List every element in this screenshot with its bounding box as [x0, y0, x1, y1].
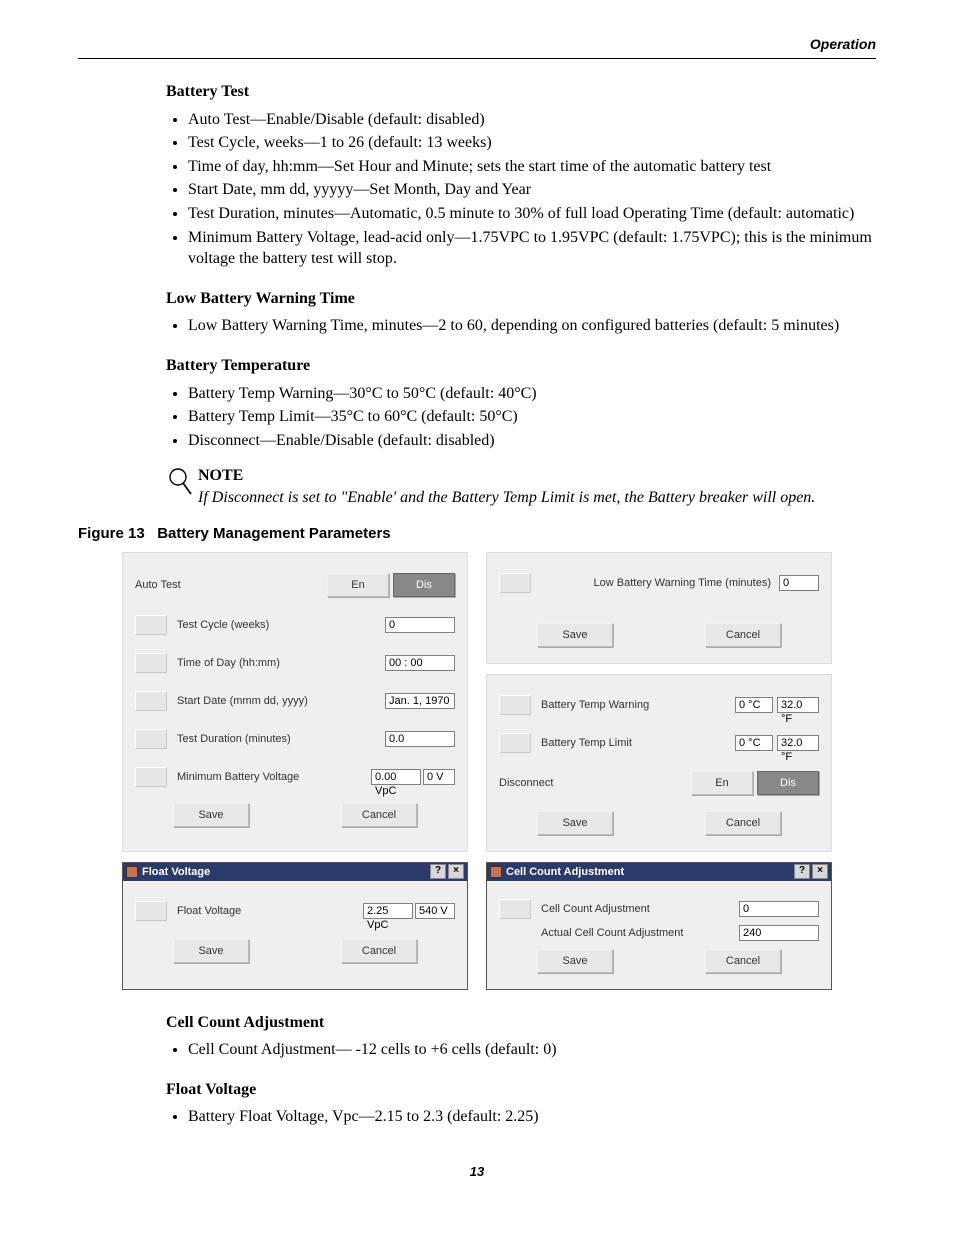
heading-battery-temperature: Battery Temperature	[166, 355, 876, 377]
list-item: Cell Count Adjustment— -12 cells to +6 c…	[188, 1039, 876, 1061]
panel-battery-temp: Battery Temp Warning 0 °C 32.0 °F Batter…	[486, 674, 832, 852]
input-temp-limit-f[interactable]: 32.0 °F	[777, 735, 819, 751]
input-start-date[interactable]: Jan. 1, 1970	[385, 693, 455, 709]
stepper-stub[interactable]	[499, 733, 531, 753]
figure-screenshots: Auto Test En Dis Test Cycle (weeks) 0 Ti…	[78, 552, 876, 990]
stepper-stub[interactable]	[499, 573, 531, 593]
figure-label: Figure 13	[78, 525, 145, 542]
stepper-stub[interactable]	[135, 901, 167, 921]
app-icon	[490, 866, 502, 878]
dialog-title: Cell Count Adjustment	[506, 866, 624, 878]
label-auto-test: Auto Test	[135, 579, 327, 591]
label-temp-warning: Battery Temp Warning	[541, 699, 735, 711]
label-min-batt-voltage: Minimum Battery Voltage	[177, 771, 371, 783]
stepper-stub[interactable]	[135, 615, 167, 635]
help-button[interactable]: ?	[794, 864, 810, 879]
stepper-stub[interactable]	[499, 695, 531, 715]
dis-button[interactable]: Dis	[393, 573, 455, 597]
list-item: Auto Test—Enable/Disable (default: disab…	[188, 109, 876, 131]
label-lbw: Low Battery Warning Time (minutes)	[541, 577, 779, 589]
label-temp-limit: Battery Temp Limit	[541, 737, 735, 749]
list-item: Test Cycle, weeks—1 to 26 (default: 13 w…	[188, 132, 876, 154]
list-item: Battery Float Voltage, Vpc—2.15 to 2.3 (…	[188, 1106, 876, 1128]
panel-auto-test: Auto Test En Dis Test Cycle (weeks) 0 Ti…	[122, 552, 468, 852]
cancel-button[interactable]: Cancel	[341, 939, 417, 963]
input-time-of-day[interactable]: 00 : 00	[385, 655, 455, 671]
list-item: Minimum Battery Voltage, lead-acid only—…	[188, 227, 876, 270]
input-min-batt-v[interactable]: 0 V	[423, 769, 455, 785]
stepper-stub[interactable]	[499, 899, 531, 919]
cancel-button[interactable]: Cancel	[341, 803, 417, 827]
input-min-batt-vpc[interactable]: 0.00 VpC	[371, 769, 421, 785]
app-icon	[126, 866, 138, 878]
close-button[interactable]: ×	[812, 864, 828, 879]
cancel-button[interactable]: Cancel	[705, 623, 781, 647]
list-item: Low Battery Warning Time, minutes—2 to 6…	[188, 315, 876, 337]
cancel-button[interactable]: Cancel	[705, 949, 781, 973]
list-item: Test Duration, minutes—Automatic, 0.5 mi…	[188, 203, 876, 225]
input-test-duration[interactable]: 0.0	[385, 731, 455, 747]
figure-title: Battery Management Parameters	[157, 525, 390, 542]
save-button[interactable]: Save	[537, 623, 613, 647]
dialog-title: Float Voltage	[142, 866, 210, 878]
label-test-cycle: Test Cycle (weeks)	[177, 619, 385, 631]
stepper-stub[interactable]	[135, 729, 167, 749]
label-float-voltage: Float Voltage	[177, 905, 363, 917]
panel-low-batt-warning: Low Battery Warning Time (minutes) 0 Sav…	[486, 552, 832, 664]
en-button[interactable]: En	[691, 771, 753, 795]
list-battery-temp: Battery Temp Warning—30°C to 50°C (defau…	[166, 383, 876, 452]
input-temp-warn-c[interactable]: 0 °C	[735, 697, 773, 713]
heading-float-voltage: Float Voltage	[166, 1079, 876, 1101]
input-acca[interactable]: 240	[739, 925, 819, 941]
heading-low-battery-warning-time: Low Battery Warning Time	[166, 288, 876, 310]
input-float-vpc[interactable]: 2.25 VpC	[363, 903, 413, 919]
stepper-stub[interactable]	[135, 767, 167, 787]
label-disconnect: Disconnect	[499, 777, 691, 789]
section-header: Operation	[78, 36, 876, 52]
dialog-cell-count: Cell Count Adjustment ? × Cell Count Adj…	[486, 862, 832, 990]
label-acca: Actual Cell Count Adjustment	[541, 927, 739, 939]
list-item: Start Date, mm dd, yyyyy—Set Month, Day …	[188, 179, 876, 201]
list-battery-test: Auto Test—Enable/Disable (default: disab…	[166, 109, 876, 270]
save-button[interactable]: Save	[537, 811, 613, 835]
list-cell-count: Cell Count Adjustment— -12 cells to +6 c…	[166, 1039, 876, 1061]
input-temp-limit-c[interactable]: 0 °C	[735, 735, 773, 751]
list-lbw: Low Battery Warning Time, minutes—2 to 6…	[166, 315, 876, 337]
stepper-stub[interactable]	[135, 653, 167, 673]
list-item: Disconnect—Enable/Disable (default: disa…	[188, 430, 876, 452]
input-float-v[interactable]: 540 V	[415, 903, 455, 919]
list-float-voltage: Battery Float Voltage, Vpc—2.15 to 2.3 (…	[166, 1106, 876, 1128]
label-start-date: Start Date (mmm dd, yyyy)	[177, 695, 385, 707]
list-item: Battery Temp Warning—30°C to 50°C (defau…	[188, 383, 876, 405]
heading-battery-test: Battery Test	[166, 81, 876, 103]
page-number: 13	[78, 1164, 876, 1179]
list-item: Time of day, hh:mm—Set Hour and Minute; …	[188, 156, 876, 178]
header-rule	[78, 58, 876, 59]
input-cca[interactable]: 0	[739, 901, 819, 917]
dialog-float-voltage: Float Voltage ? × Float Voltage 2.25 VpC…	[122, 862, 468, 990]
help-button[interactable]: ?	[430, 864, 446, 879]
label-cca: Cell Count Adjustment	[541, 903, 739, 915]
save-button[interactable]: Save	[173, 939, 249, 963]
save-button[interactable]: Save	[173, 803, 249, 827]
save-button[interactable]: Save	[537, 949, 613, 973]
close-button[interactable]: ×	[448, 864, 464, 879]
note-title: NOTE	[198, 465, 876, 487]
en-button[interactable]: En	[327, 573, 389, 597]
figure-caption: Figure 13 Battery Management Parameters	[78, 525, 876, 542]
note-text: If Disconnect is set to "Enable' and the…	[198, 487, 876, 509]
label-time-of-day: Time of Day (hh:mm)	[177, 657, 385, 669]
stepper-stub[interactable]	[135, 691, 167, 711]
magnifier-icon	[168, 465, 198, 504]
label-test-duration: Test Duration (minutes)	[177, 733, 385, 745]
dis-button[interactable]: Dis	[757, 771, 819, 795]
input-lbw[interactable]: 0	[779, 575, 819, 591]
cancel-button[interactable]: Cancel	[705, 811, 781, 835]
list-item: Battery Temp Limit—35°C to 60°C (default…	[188, 406, 876, 428]
input-temp-warn-f[interactable]: 32.0 °F	[777, 697, 819, 713]
heading-cell-count: Cell Count Adjustment	[166, 1012, 876, 1034]
input-test-cycle[interactable]: 0	[385, 617, 455, 633]
